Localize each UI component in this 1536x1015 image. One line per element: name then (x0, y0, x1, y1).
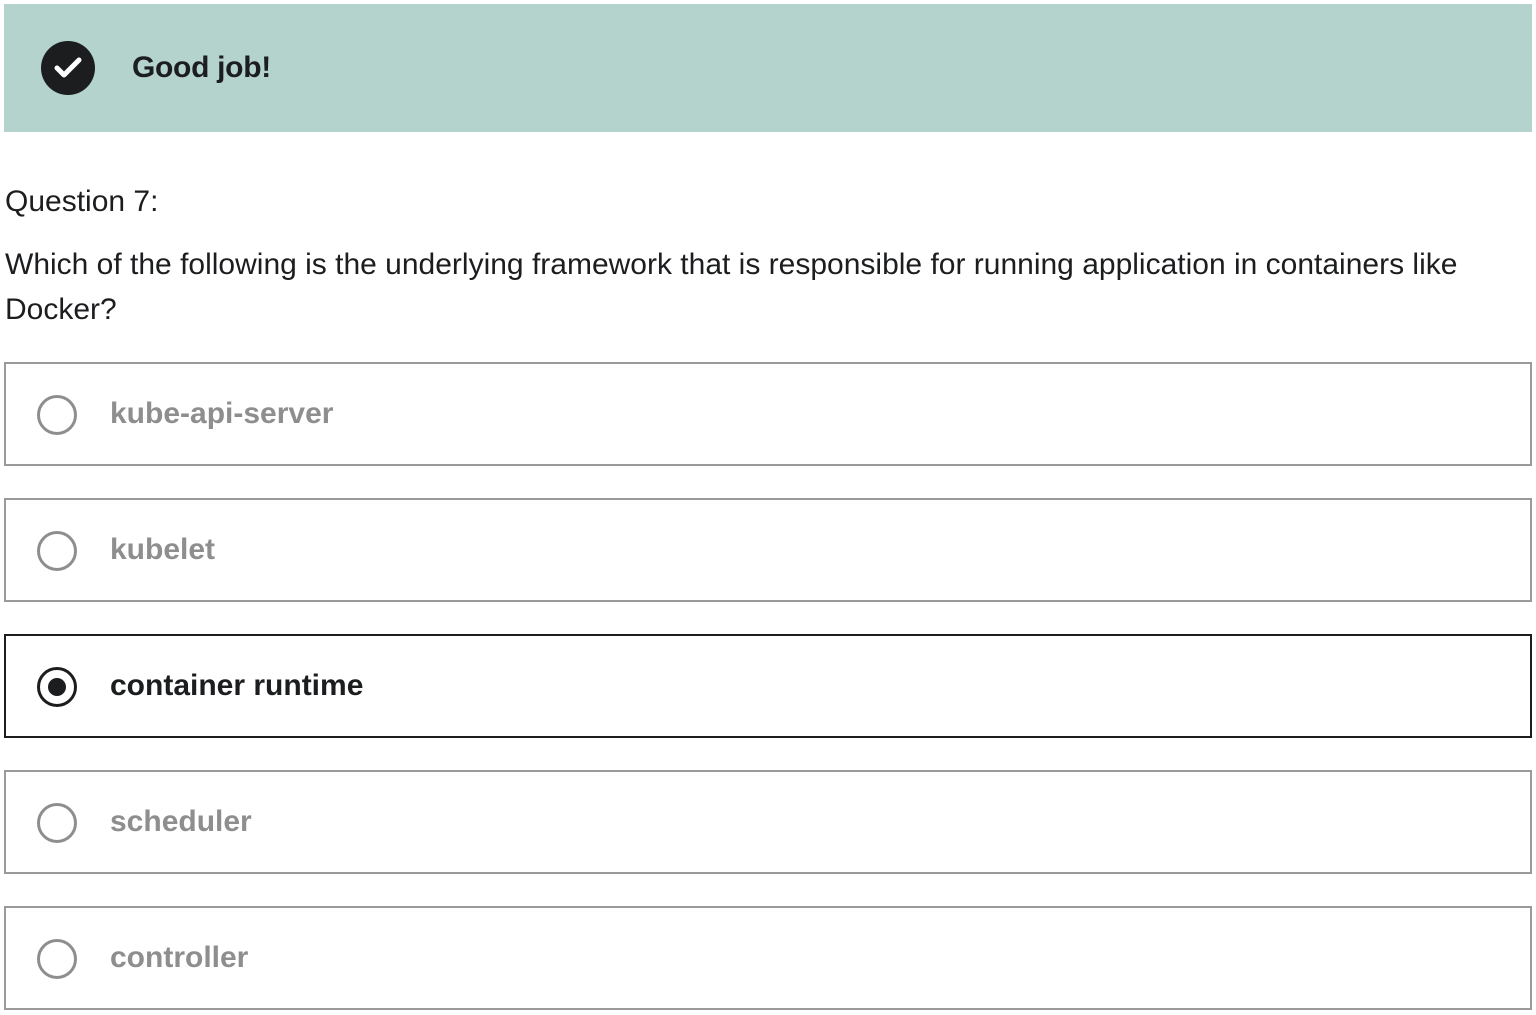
answer-option[interactable]: kubelet (4, 498, 1532, 602)
answer-option-label: kubelet (110, 533, 216, 566)
answer-option-label: controller (110, 941, 249, 974)
feedback-banner: Good job! (4, 4, 1532, 132)
answer-option-label: scheduler (110, 805, 252, 838)
answer-option[interactable]: controller (4, 906, 1532, 1010)
radio-button[interactable] (37, 531, 77, 571)
radio-button[interactable] (37, 803, 77, 843)
question-text: Which of the following is the underlying… (5, 248, 1458, 326)
radio-button-selected[interactable] (37, 667, 77, 707)
radio-button[interactable] (37, 939, 77, 979)
answer-option[interactable]: kube-api-server (4, 362, 1532, 466)
quiz-page: Good job! Question 7: Which of the follo… (0, 0, 1536, 1015)
feedback-title: Good job! (132, 51, 271, 84)
question-number: Question 7: (5, 185, 159, 218)
radio-button[interactable] (37, 395, 77, 435)
answer-option-selected[interactable]: container runtime (4, 634, 1532, 738)
answer-option[interactable]: scheduler (4, 770, 1532, 874)
radio-selected-dot (48, 678, 66, 696)
answer-option-label: kube-api-server (110, 397, 334, 430)
answer-option-label: container runtime (110, 669, 364, 702)
check-circle-icon (41, 41, 95, 95)
